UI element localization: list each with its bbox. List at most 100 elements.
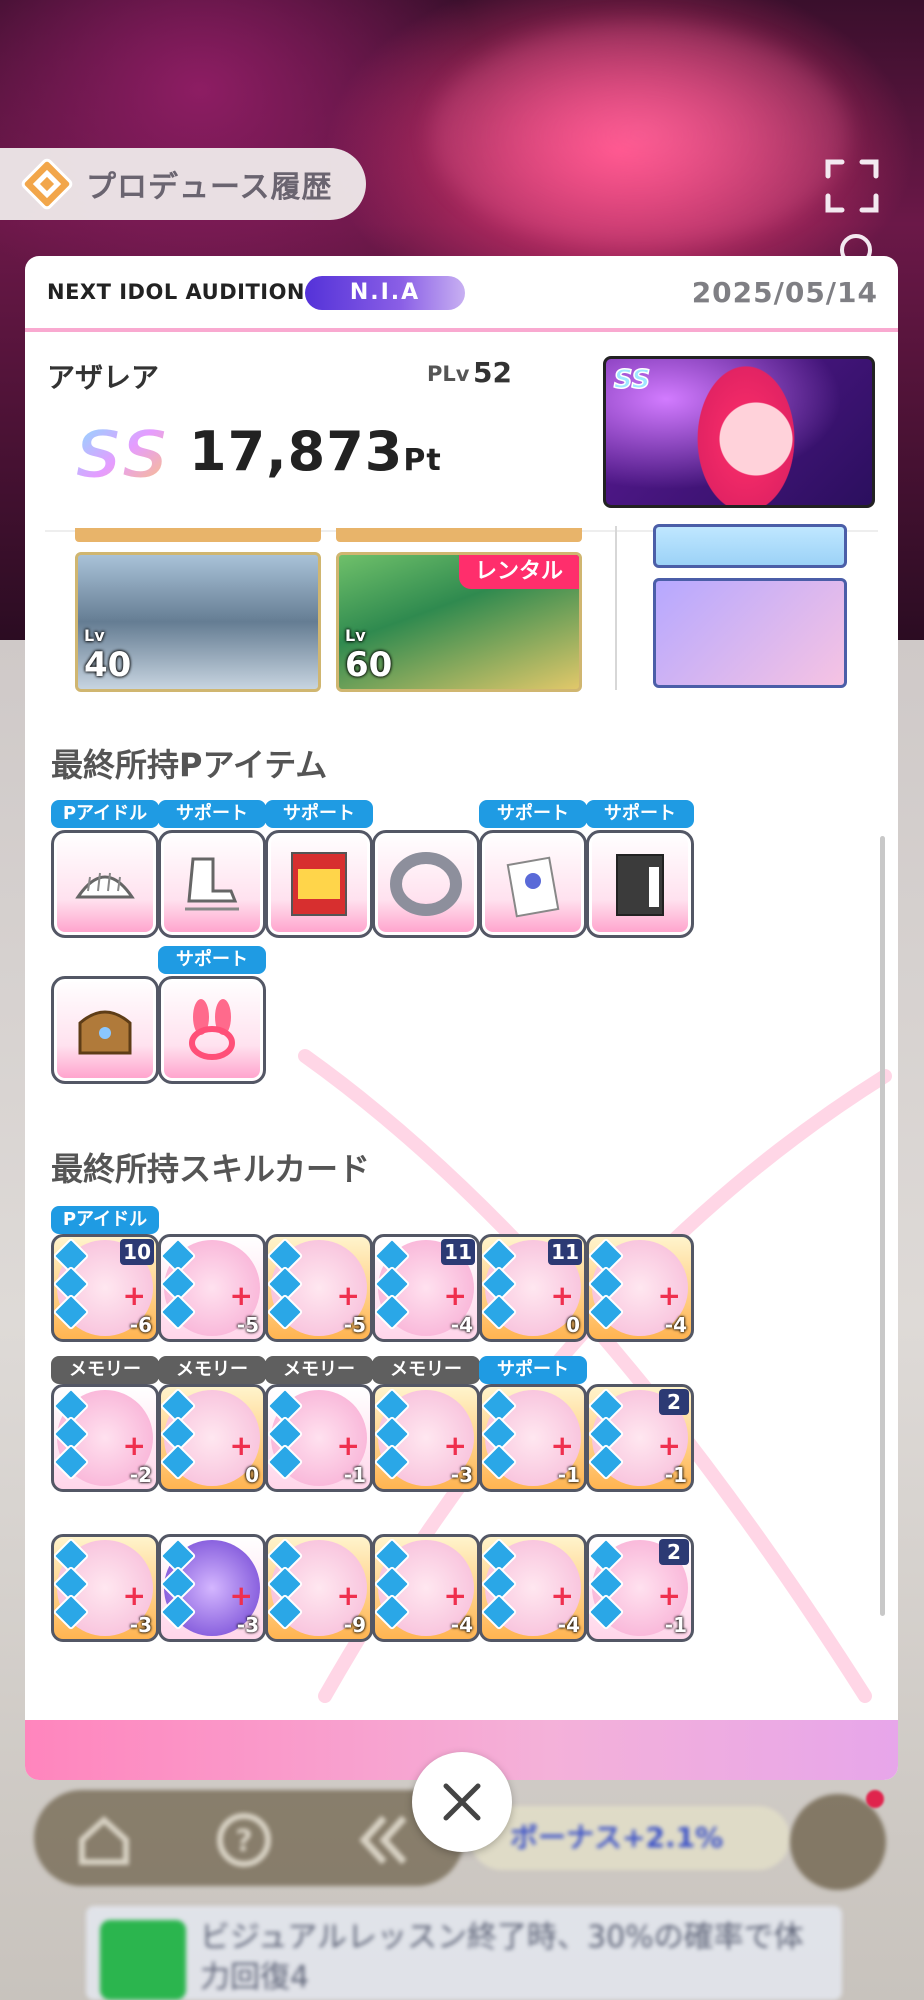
item-tag: サポート	[265, 800, 373, 828]
audition-band-icon	[390, 852, 462, 916]
skill-card[interactable]: + -4	[372, 1534, 480, 1642]
home-icon	[79, 1815, 129, 1865]
upgrade-plus-icon: +	[336, 1279, 360, 1312]
final-score: 17,873Pt	[189, 420, 442, 483]
card-level: Lv 60	[345, 626, 392, 685]
heart-icon	[100, 1920, 186, 2000]
scrollbar[interactable]	[880, 836, 885, 1616]
fullscreen-icon[interactable]	[824, 158, 880, 214]
rental-tag: レンタル	[459, 555, 579, 589]
skill-tag: サポート	[479, 1356, 587, 1384]
comb-icon	[75, 872, 135, 899]
skill-card[interactable]: + -1	[479, 1384, 587, 1492]
book-icon	[616, 854, 664, 916]
mini-support-card[interactable]	[653, 524, 847, 568]
card-cost: 2	[659, 1389, 689, 1415]
produce-date: 2025/05/14	[691, 276, 878, 309]
stamina-cost: -3	[236, 1613, 259, 1637]
svg-text:?: ?	[235, 1824, 252, 1859]
upgrade-plus-icon: +	[443, 1429, 467, 1462]
rank-ss-icon: SS	[73, 415, 172, 497]
skill-card[interactable]: + -3	[158, 1534, 266, 1642]
stamina-cost: -3	[129, 1613, 152, 1637]
event-label: NEXT IDOL AUDITION	[47, 280, 306, 304]
p-item-tile[interactable]	[265, 830, 373, 938]
skill-card[interactable]: + -2	[51, 1384, 159, 1492]
help-icon: ?	[217, 1813, 271, 1867]
level-label: Lv	[345, 626, 366, 645]
item-tag: サポート	[479, 800, 587, 828]
p-item-tile[interactable]	[158, 976, 266, 1084]
idol-portrait[interactable]: SS	[603, 356, 875, 508]
balloon-bunny-icon	[189, 999, 235, 1060]
skill-card[interactable]: + -5	[265, 1234, 373, 1342]
skill-card[interactable]: + -4	[586, 1234, 694, 1342]
p-item-tile[interactable]	[51, 976, 159, 1084]
support-card[interactable]: Lv 40	[75, 552, 321, 692]
card-cost: 11	[548, 1239, 582, 1265]
close-icon	[443, 1783, 481, 1821]
upgrade-plus-icon: +	[122, 1579, 146, 1612]
skill-card[interactable]: +11 -4	[372, 1234, 480, 1342]
mini-support-card[interactable]	[653, 578, 847, 688]
upgrade-plus-icon: +	[550, 1429, 574, 1462]
skill-card[interactable]: + -4	[479, 1534, 587, 1642]
skill-card[interactable]: +2 -1	[586, 1534, 694, 1642]
upgrade-plus-icon: +	[229, 1279, 253, 1312]
skill-card[interactable]: + -3	[372, 1384, 480, 1492]
support-card-rental[interactable]: レンタル Lv 60	[336, 552, 582, 692]
event-badge: N.I.A	[305, 276, 465, 310]
upgrade-plus-icon: +	[443, 1279, 467, 1312]
panel-header: NEXT IDOL AUDITION N.I.A 2025/05/14	[25, 256, 898, 332]
history-title: プロデュース履歴	[86, 170, 333, 205]
plv-value: 52	[473, 356, 512, 389]
back-icon	[359, 1815, 407, 1865]
level-value: 40	[84, 645, 132, 685]
p-item-tile[interactable]	[158, 830, 266, 938]
skill-card[interactable]: + -5	[158, 1234, 266, 1342]
close-button[interactable]	[412, 1752, 512, 1852]
p-item-tile[interactable]	[51, 830, 159, 938]
stamina-cost: -4	[450, 1613, 473, 1637]
portrait-rank-icon: SS	[613, 364, 651, 393]
card-cost: 11	[441, 1239, 475, 1265]
skill-card[interactable]: +10 -6	[51, 1234, 159, 1342]
stamina-cost: -2	[129, 1463, 152, 1487]
stamina-cost: 0	[566, 1313, 580, 1337]
deck-strip	[75, 528, 321, 542]
p-item-tile[interactable]	[372, 830, 480, 938]
upgrade-plus-icon: +	[443, 1579, 467, 1612]
item-tag: Pアイドル	[51, 800, 159, 828]
stamina-cost: -9	[343, 1613, 366, 1637]
stamina-cost: -4	[450, 1313, 473, 1337]
stamina-cost: 0	[245, 1463, 259, 1487]
bag-charm-icon	[78, 1010, 132, 1055]
skill-card[interactable]: +11 0	[479, 1234, 587, 1342]
upgrade-plus-icon: +	[229, 1579, 253, 1612]
p-items-title: 最終所持Pアイテム	[51, 746, 328, 784]
flower-card-icon	[506, 856, 560, 918]
p-item-tile[interactable]	[586, 830, 694, 938]
plv-label: PLv	[427, 362, 470, 386]
p-item-tile[interactable]	[479, 830, 587, 938]
skill-tag: メモリー	[51, 1356, 159, 1384]
skill-tag: メモリー	[158, 1356, 266, 1384]
skill-card[interactable]: + -3	[51, 1534, 159, 1642]
skill-card[interactable]: +0	[158, 1384, 266, 1492]
upgrade-plus-icon: +	[550, 1279, 574, 1312]
info-text: ビジュアルレッスン終了時、30%の確率で体力回復4	[200, 1920, 804, 1995]
skill-card[interactable]: + -1	[265, 1384, 373, 1492]
stamina-cost: -6	[129, 1313, 152, 1337]
menu-button	[790, 1794, 886, 1890]
stamina-cost: -4	[557, 1613, 580, 1637]
skill-card[interactable]: +2 -1	[586, 1384, 694, 1492]
upgrade-plus-icon: +	[336, 1429, 360, 1462]
skill-card[interactable]: + -9	[265, 1534, 373, 1642]
ramen-poster-icon	[291, 852, 347, 916]
background-glow	[430, 20, 850, 250]
card-level: Lv 40	[84, 626, 131, 685]
level-value: 60	[345, 645, 393, 685]
item-tag: サポート	[158, 800, 266, 828]
level-label: Lv	[84, 626, 105, 645]
character-name: アザレア	[47, 361, 160, 394]
